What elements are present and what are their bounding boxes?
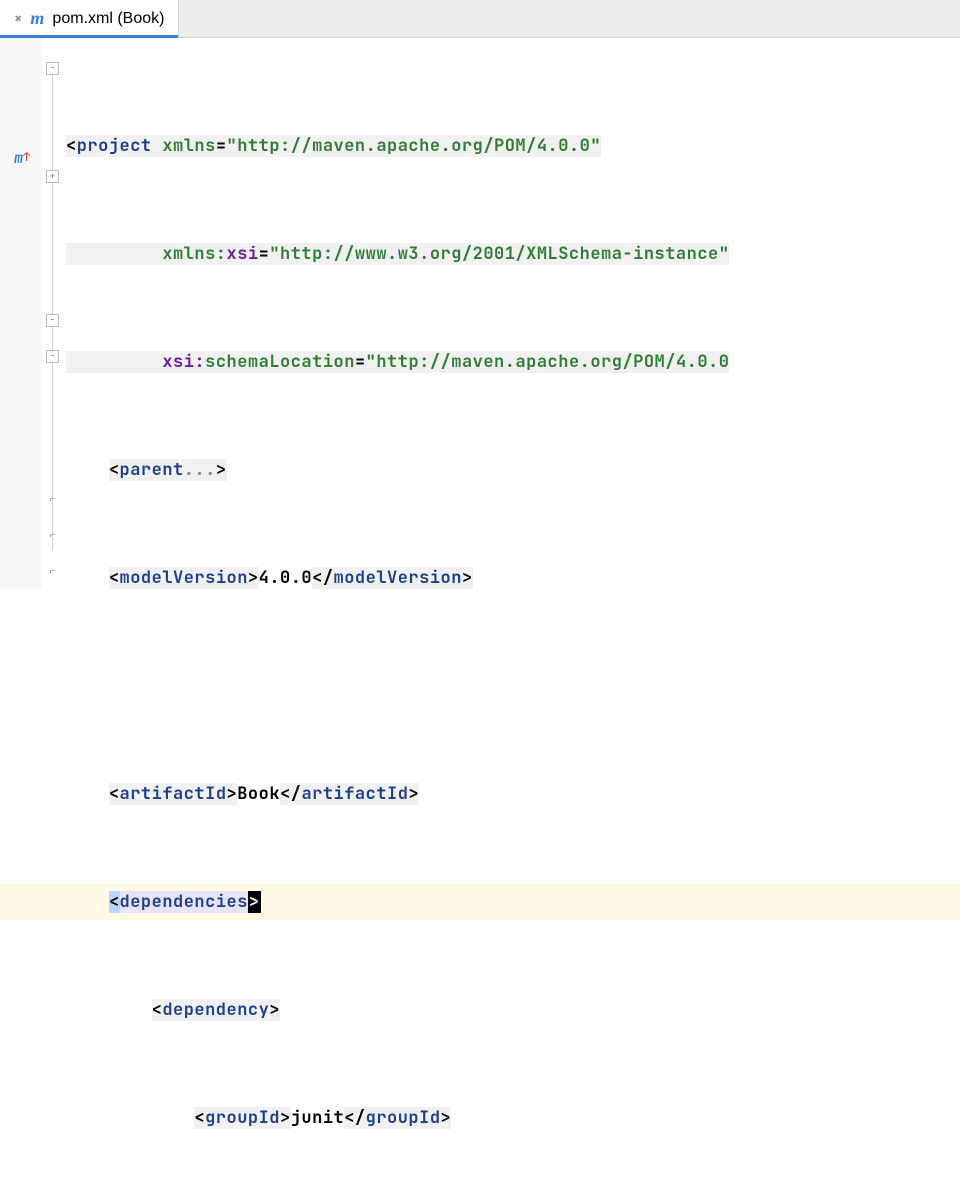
- maven-file-icon: m: [30, 8, 44, 29]
- tab-title: pom.xml (Book): [52, 10, 164, 28]
- fold-end-icon[interactable]: ⌐: [46, 566, 59, 579]
- fold-end-icon[interactable]: ⌐: [46, 530, 59, 543]
- code-line[interactable]: <artifactId>Book</artifactId>: [64, 776, 960, 812]
- close-icon[interactable]: ×: [14, 10, 22, 28]
- code-line[interactable]: <groupId>junit</groupId>: [64, 1100, 960, 1136]
- fold-expand-icon[interactable]: +: [46, 170, 59, 183]
- fold-toggle-icon[interactable]: −: [46, 62, 59, 75]
- code-line[interactable]: <dependency>: [64, 992, 960, 1028]
- code-editor[interactable]: <project xmlns="http://maven.apache.org/…: [64, 38, 960, 590]
- code-line[interactable]: xmlns:xsi="http://www.w3.org/2001/XMLSch…: [64, 236, 960, 272]
- code-line[interactable]: <parent...>: [64, 452, 960, 488]
- fold-end-icon[interactable]: ⌐: [46, 494, 59, 507]
- code-line[interactable]: [64, 668, 960, 704]
- fold-toggle-icon[interactable]: −: [46, 350, 59, 363]
- fold-gutter: − + − − ⌐ ⌐ ⌐: [42, 38, 64, 590]
- code-line[interactable]: <project xmlns="http://maven.apache.org/…: [64, 128, 960, 164]
- maven-gutter-icon[interactable]: m↑: [0, 148, 42, 168]
- icon-gutter: m↑: [0, 38, 42, 590]
- code-line[interactable]: xsi:schemaLocation="http://maven.apache.…: [64, 344, 960, 380]
- code-line-current[interactable]: <dependencies>: [64, 884, 960, 920]
- code-line[interactable]: <modelVersion>4.0.0</modelVersion>: [64, 560, 960, 596]
- editor-area: m↑ − + − − ⌐ ⌐ ⌐ <project xmlns="http://…: [0, 38, 960, 590]
- file-tab[interactable]: × m pom.xml (Book): [0, 0, 179, 37]
- fold-toggle-icon[interactable]: −: [46, 314, 59, 327]
- tab-bar: × m pom.xml (Book): [0, 0, 960, 38]
